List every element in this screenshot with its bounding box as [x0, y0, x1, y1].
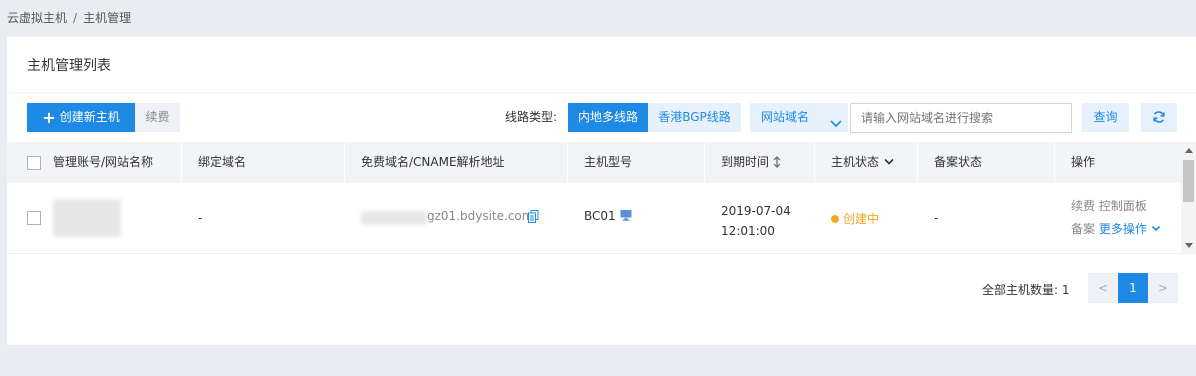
total-count-label: 全部主机数量:	[982, 283, 1059, 297]
query-button[interactable]: 查询	[1082, 103, 1129, 132]
sort-icon	[773, 156, 781, 168]
search-field-select-value: 网站域名	[761, 110, 810, 124]
renew-link[interactable]: 续费	[1071, 199, 1095, 213]
breadcrumb-separator: /	[73, 11, 78, 25]
scroll-thumb[interactable]	[1183, 160, 1194, 202]
redacted-cname-prefix	[361, 211, 427, 225]
th-status[interactable]: 主机状态	[831, 142, 895, 183]
th-divider	[704, 142, 705, 183]
th-ops: 操作	[1071, 155, 1096, 169]
more-operations-dropdown[interactable]: 更多操作	[1099, 222, 1161, 236]
create-host-label: 创建新主机	[59, 110, 120, 124]
plus-icon: +	[42, 108, 56, 127]
th-cname: 免费域名/CNAME解析地址	[361, 155, 505, 169]
th-divider	[344, 142, 345, 183]
th-divider	[567, 142, 568, 183]
host-list-panel: 主机管理列表 + 创建新主机 续费 线路类型: 内地多线路 香港BGP线路 网站域…	[7, 37, 1196, 345]
table-scrollbar[interactable]	[1181, 142, 1196, 254]
status-dot-icon	[831, 215, 839, 223]
table-header: 管理账号/网站名称 绑定域名 免费域名/CNAME解析地址 主机型号 到期时间 …	[7, 142, 1181, 183]
th-divider	[814, 142, 815, 183]
breadcrumb-parent[interactable]: 云虚拟主机	[7, 11, 67, 25]
create-host-button[interactable]: + 创建新主机	[27, 103, 135, 132]
renew-button[interactable]: 续费	[135, 103, 180, 132]
table-row: - gz01.bdysite.com BC01 2019-07-04 12:01…	[7, 183, 1181, 253]
refresh-button[interactable]	[1141, 103, 1177, 132]
th-divider	[1054, 142, 1055, 183]
th-expire-label: 到期时间	[721, 155, 770, 169]
select-all-checkbox[interactable]	[27, 156, 41, 170]
line-option-mainland[interactable]: 内地多线路	[568, 103, 648, 132]
row-expire: 2019-07-04 12:01:00	[721, 201, 791, 241]
th-divider	[181, 142, 182, 183]
row-operations: 续费 控制面板 备案 更多操作	[1071, 195, 1161, 241]
redacted-account	[53, 199, 121, 237]
scroll-down-arrow-icon[interactable]	[1185, 243, 1193, 248]
row-expire-time: 12:01:00	[721, 224, 775, 238]
line-option-hk-bgp[interactable]: 香港BGP线路	[648, 103, 741, 132]
breadcrumb: 云虚拟主机 / 主机管理	[7, 9, 131, 26]
row-divider	[7, 253, 1181, 254]
row-filing: -	[934, 211, 939, 225]
th-account: 管理账号/网站名称	[53, 155, 154, 169]
line-type-label: 线路类型:	[505, 110, 558, 124]
chevron-down-icon	[826, 112, 848, 141]
row-checkbox[interactable]	[27, 211, 41, 225]
th-filing: 备案状态	[934, 155, 983, 169]
row-cname: gz01.bdysite.com	[427, 209, 534, 223]
total-count: 全部主机数量: 1	[982, 281, 1070, 298]
monitor-icon	[620, 210, 631, 221]
refresh-icon	[1153, 111, 1165, 123]
th-status-label: 主机状态	[831, 155, 880, 169]
prev-page-button[interactable]: <	[1088, 273, 1118, 303]
page-1-button[interactable]: 1	[1118, 273, 1148, 303]
next-page-button[interactable]: >	[1148, 273, 1178, 303]
breadcrumb-current: 主机管理	[83, 11, 132, 25]
th-domain: 绑定域名	[198, 155, 247, 169]
row-expire-date: 2019-07-04	[721, 204, 791, 218]
search-field-select[interactable]: 网站域名	[750, 103, 848, 132]
chevron-down-icon	[884, 158, 894, 165]
search-input[interactable]	[850, 103, 1072, 133]
status-badge: 创建中	[831, 210, 879, 227]
th-model: 主机型号	[584, 155, 633, 169]
total-count-value: 1	[1061, 283, 1070, 297]
control-panel-link[interactable]: 控制面板	[1099, 199, 1147, 213]
copy-icon[interactable]	[528, 210, 539, 226]
more-operations-label: 更多操作	[1098, 222, 1147, 236]
th-divider	[917, 142, 918, 183]
filing-link[interactable]: 备案	[1071, 222, 1095, 236]
scroll-up-arrow-icon[interactable]	[1185, 148, 1193, 153]
row-model-label: BC01	[584, 209, 616, 223]
page-title: 主机管理列表	[27, 58, 111, 74]
row-status: 创建中	[843, 212, 880, 226]
row-domain: -	[198, 211, 203, 225]
row-model: BC01	[584, 209, 632, 223]
divider	[7, 92, 1196, 93]
chevron-down-icon	[1151, 225, 1160, 232]
th-expire[interactable]: 到期时间	[721, 142, 781, 183]
